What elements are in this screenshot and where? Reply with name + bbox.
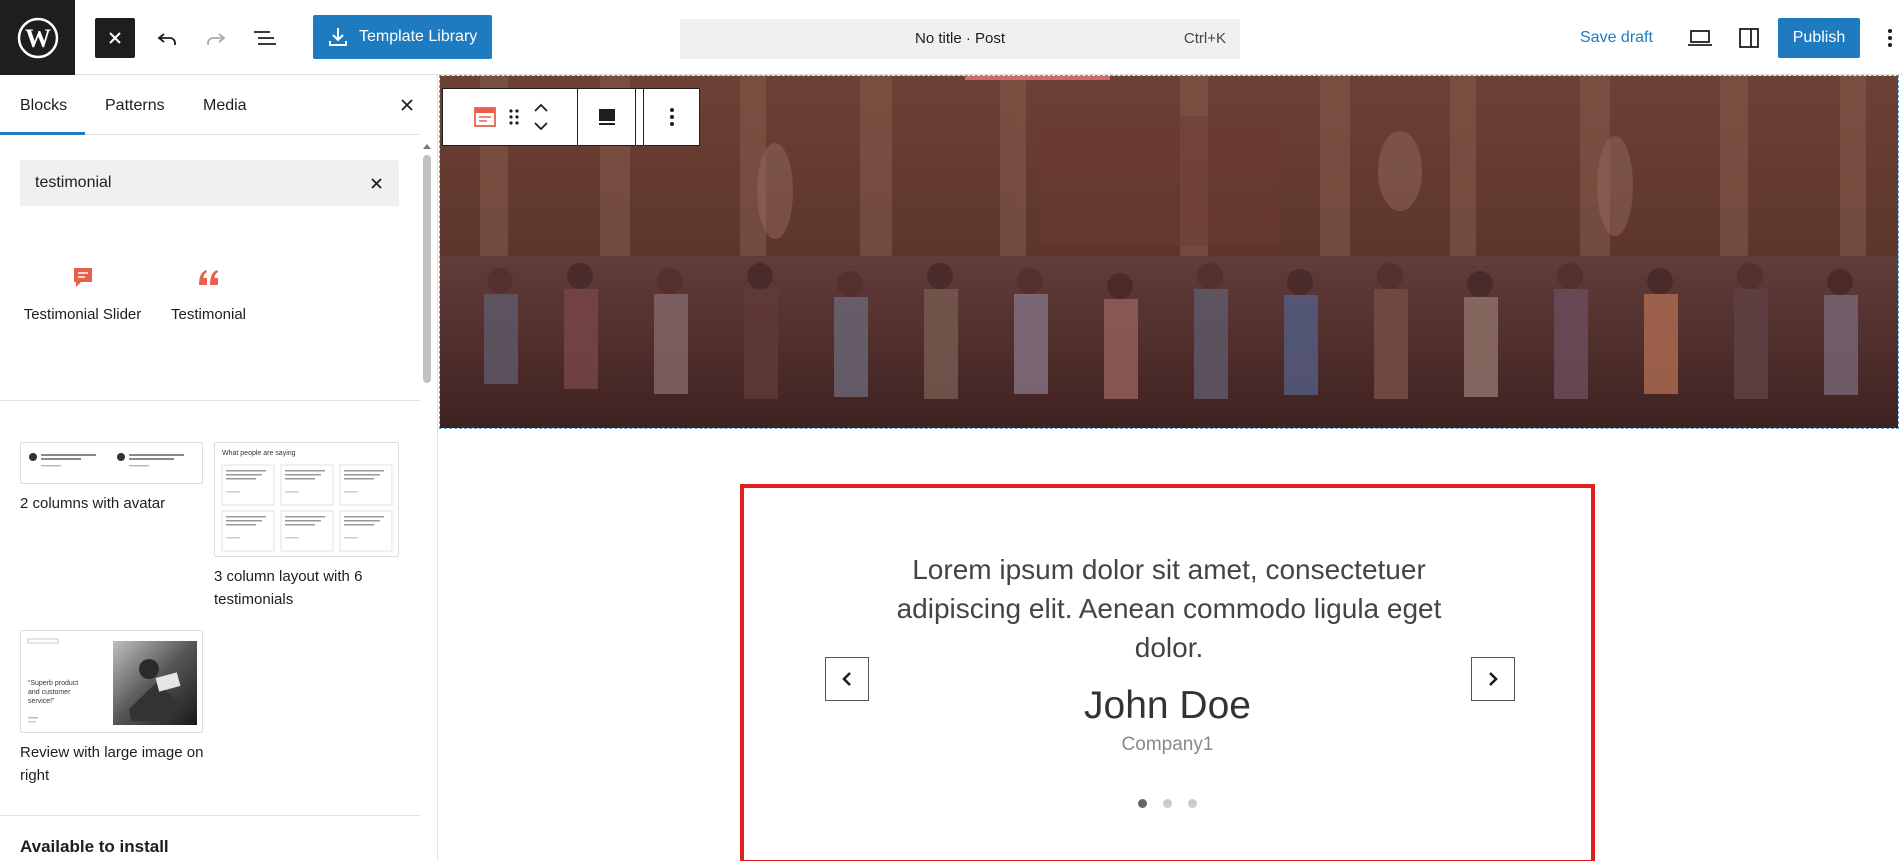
wordpress-logo-icon[interactable]: W (0, 0, 75, 75)
pattern-label: 3 column layout with 6 testimonials (214, 568, 363, 608)
preview-button[interactable] (1680, 18, 1720, 58)
document-overview-button[interactable] (245, 18, 285, 58)
pattern-thumbnail (20, 442, 203, 484)
testimonial-quote[interactable]: Lorem ipsum dolor sit amet, consectetuer… (894, 550, 1444, 667)
align-button[interactable] (578, 89, 636, 145)
pattern-thumb-heading: What people are saying (222, 450, 296, 457)
block-label: Testimonial Slider (23, 306, 142, 323)
block-label: Testimonial (170, 306, 247, 323)
testimonial-author[interactable]: John Doe (744, 684, 1591, 728)
command-shortcut: Ctrl+K (1183, 30, 1226, 47)
clear-search-button[interactable] (365, 172, 387, 194)
template-library-label: Template Library (359, 28, 478, 45)
close-panel-button[interactable] (395, 93, 419, 117)
speech-bubble-icon (73, 268, 92, 287)
tab-blocks[interactable]: Blocks (20, 97, 67, 115)
undo-button[interactable] (147, 18, 187, 58)
close-inserter-button[interactable] (95, 18, 135, 58)
pattern-thumb-quote: “Superb product and customer service!” (28, 680, 79, 705)
block-toolbar (442, 88, 700, 146)
block-inserter-panel: Blocks Patterns Media Testimonial Slider (0, 75, 438, 861)
quote-icon (198, 270, 218, 285)
undo-icon (157, 33, 176, 45)
scrollbar-thumb[interactable] (423, 155, 431, 383)
pattern-label: 2 columns with avatar (20, 495, 166, 512)
template-library-button[interactable]: Template Library (313, 15, 492, 59)
laptop-icon (1688, 30, 1712, 46)
testimonial-company[interactable]: Company1 (744, 734, 1591, 756)
close-icon (370, 177, 382, 189)
chevron-left-icon (842, 672, 851, 686)
redo-button[interactable] (196, 18, 236, 58)
slider-dot[interactable] (1163, 799, 1172, 808)
slider-prev-button[interactable] (825, 657, 869, 701)
block-mover-group (443, 89, 578, 145)
block-testimonial[interactable]: Testimonial (146, 265, 271, 325)
panel-scrollbar[interactable] (421, 137, 433, 861)
pattern-thumbnail: What people are saying (214, 442, 399, 557)
slider-pagination (744, 799, 1591, 808)
toolbar-separator (636, 89, 644, 145)
publish-button[interactable]: Publish (1778, 18, 1860, 58)
cover-block[interactable] (439, 75, 1899, 429)
tab-patterns[interactable]: Patterns (105, 97, 165, 115)
search-input[interactable] (20, 160, 350, 206)
slider-dot[interactable] (1138, 799, 1147, 808)
block-testimonial-slider[interactable]: Testimonial Slider (20, 265, 145, 325)
section-divider (0, 815, 420, 816)
slider-dot[interactable] (1188, 799, 1197, 808)
settings-button[interactable] (1729, 18, 1769, 58)
block-options-button[interactable] (644, 89, 699, 145)
vertical-ellipsis-icon (1888, 29, 1892, 47)
scroll-up-icon (423, 144, 431, 149)
move-up-down-icon[interactable] (532, 101, 550, 133)
align-full-icon (598, 109, 615, 125)
editor-header: W Template Library No title · Post Ctrl+… (0, 0, 1903, 75)
command-palette-button[interactable]: No title · Post Ctrl+K (680, 19, 1240, 59)
tab-media[interactable]: Media (203, 97, 247, 115)
download-icon (329, 28, 347, 46)
pattern-thumbnail: “Superb product and customer service!” (20, 630, 203, 733)
pattern-preview-image (221, 464, 393, 552)
slider-next-button[interactable] (1471, 657, 1515, 701)
list-view-icon (254, 31, 276, 45)
block-search (20, 160, 399, 206)
active-tab-indicator (0, 132, 85, 135)
cover-block-type-icon[interactable] (474, 107, 496, 127)
close-icon (401, 99, 413, 111)
redo-icon (207, 33, 226, 45)
sidebar-toggle-icon (1739, 28, 1759, 48)
pattern-review-with-large-image[interactable]: “Superb product and customer service!” R… (20, 630, 210, 787)
inserter-tabs: Blocks Patterns Media (0, 75, 420, 135)
chevron-right-icon (1489, 672, 1498, 686)
testimonial-slider-block[interactable]: Lorem ipsum dolor sit amet, consectetuer… (740, 484, 1595, 861)
save-draft-button[interactable]: Save draft (1580, 29, 1653, 47)
section-divider (0, 400, 420, 401)
pattern-3-column-layout[interactable]: What people are saying 3 column layout w… (214, 442, 399, 611)
pattern-label: Review with large image on right (20, 744, 204, 784)
drag-handle-icon[interactable] (508, 107, 520, 127)
editor-canvas: Lorem ipsum dolor sit amet, consectetuer… (438, 75, 1903, 861)
available-to-install-heading: Available to install (20, 837, 169, 856)
close-icon (109, 32, 121, 44)
pattern-2-columns-with-avatar[interactable]: 2 columns with avatar (20, 442, 203, 515)
options-button[interactable] (1878, 18, 1902, 58)
svg-text:W: W (25, 24, 51, 53)
vertical-ellipsis-icon (669, 108, 674, 126)
document-title: No title · Post (914, 30, 1006, 47)
pattern-preview-image (29, 453, 184, 467)
